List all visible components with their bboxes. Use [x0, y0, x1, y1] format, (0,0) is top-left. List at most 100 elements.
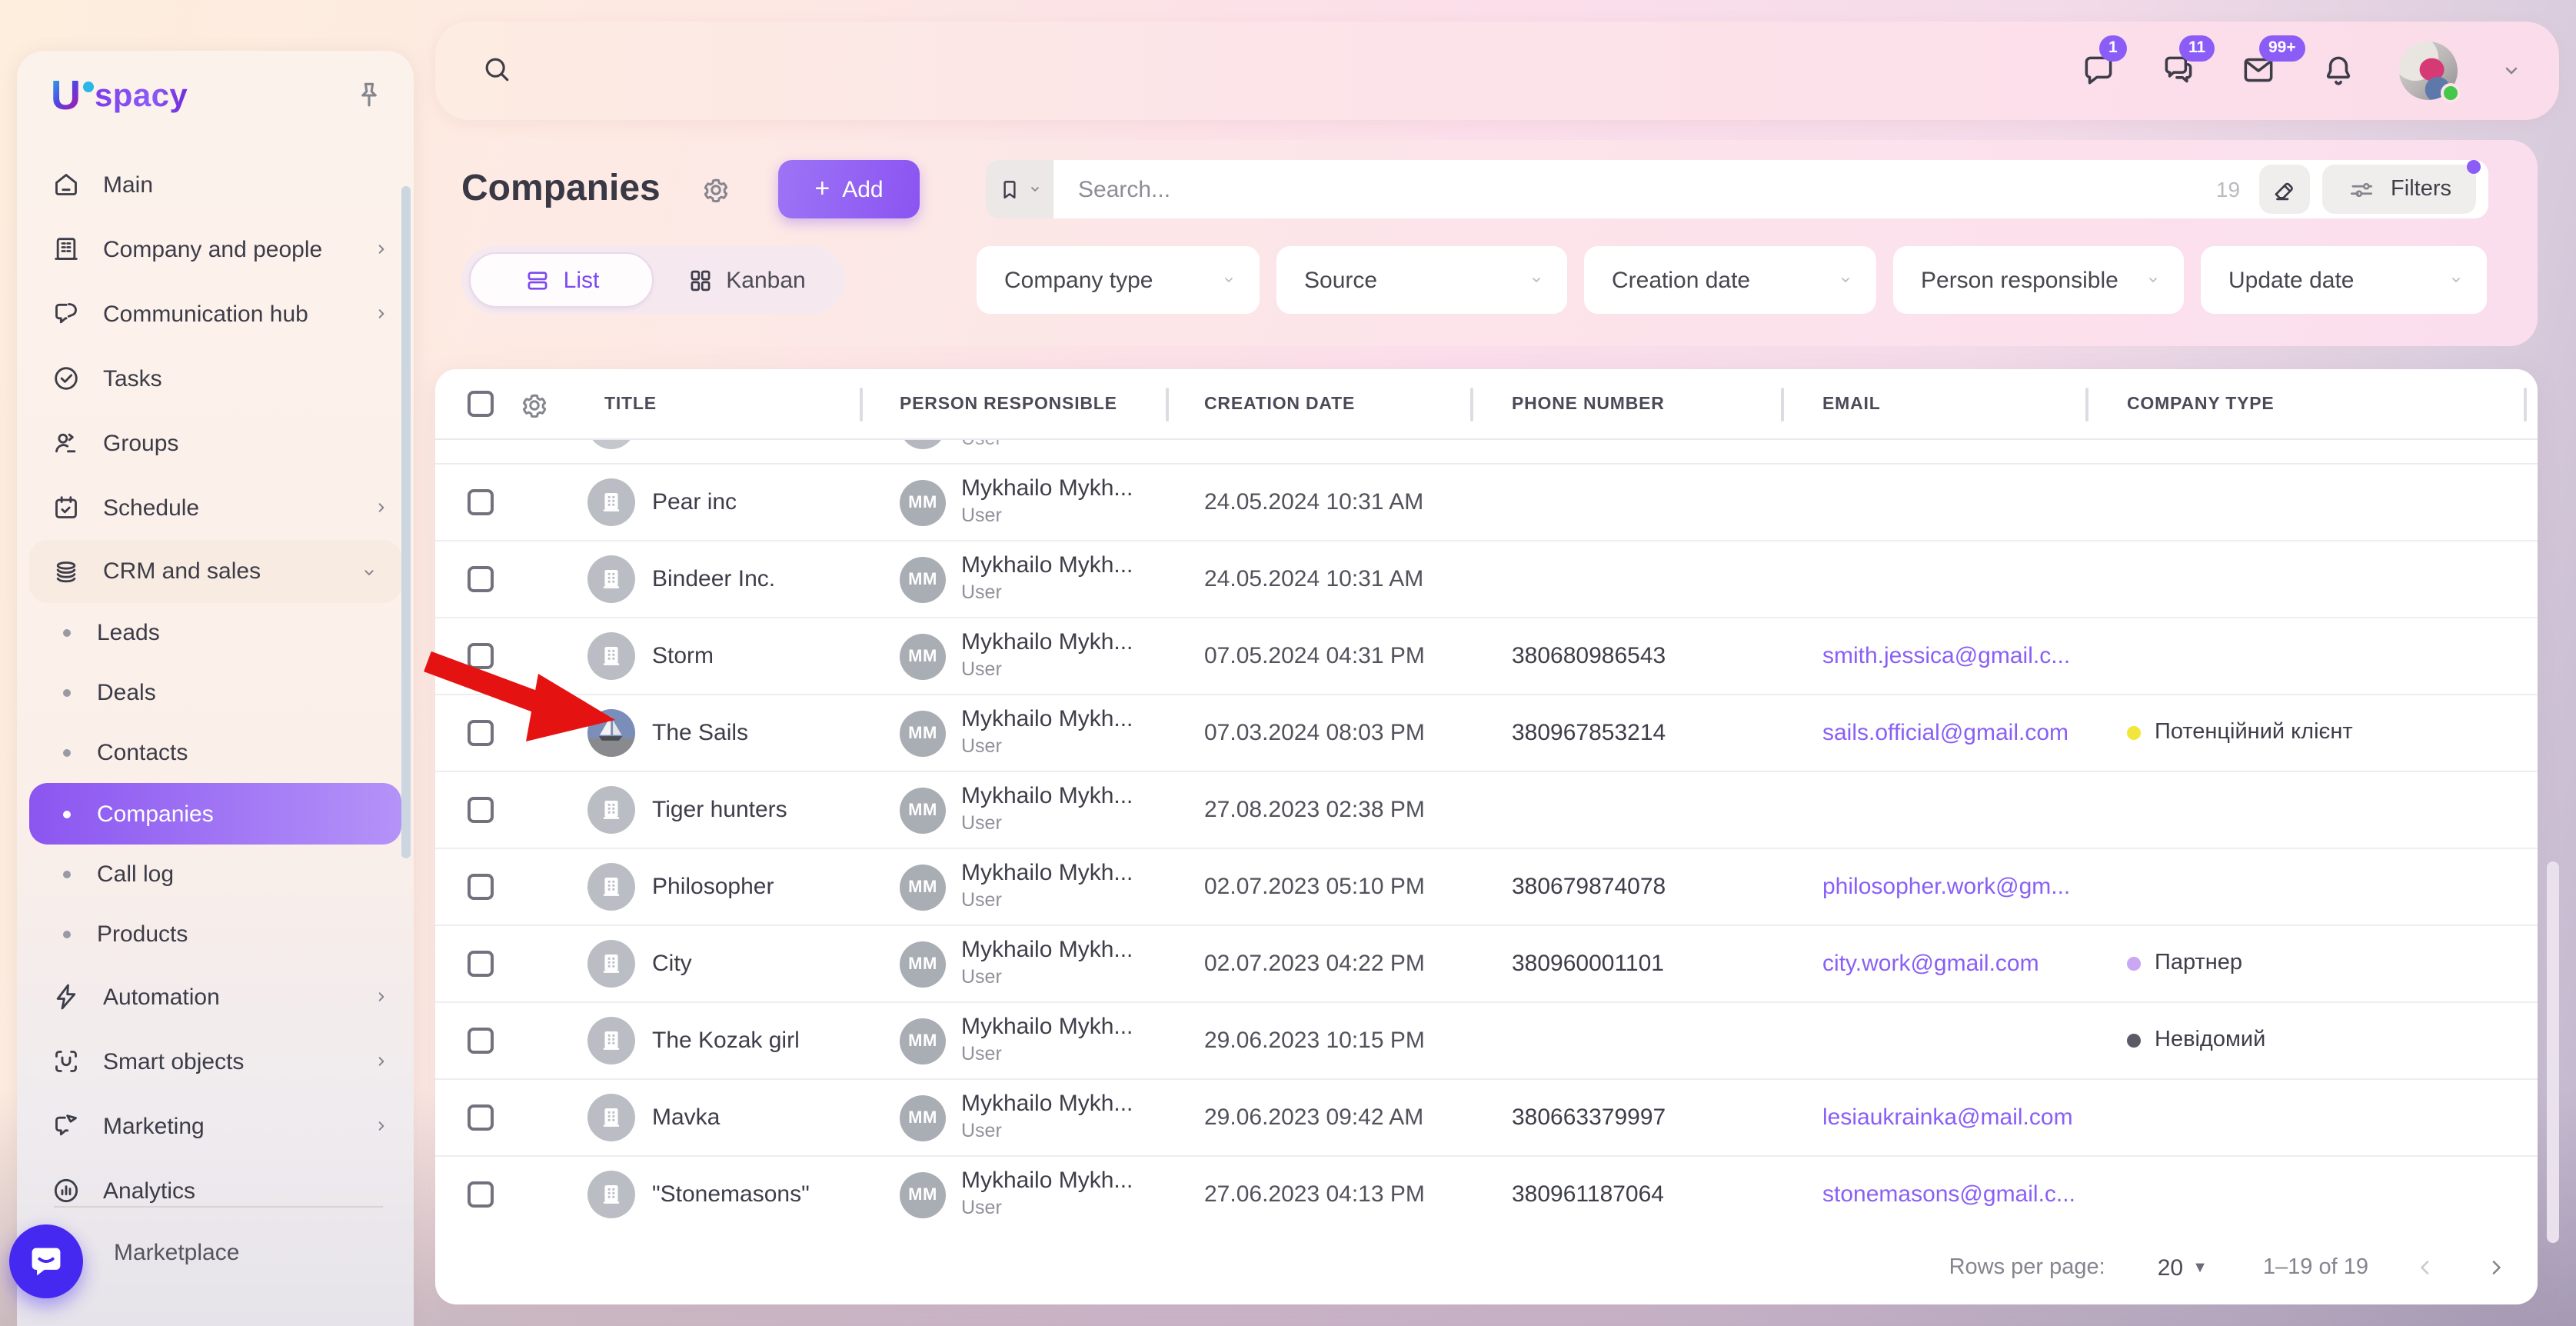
person-cell: Mykhailo Mykh... User — [961, 706, 1133, 757]
table-row[interactable]: Tiger hunters MM Mykhailo Mykh... User 2… — [435, 772, 2538, 849]
email-link[interactable]: lesiaukrainka@mail.com — [1822, 1104, 2073, 1131]
company-title[interactable]: Bindeer Inc. — [652, 566, 775, 592]
group-chat-icon[interactable]: 11 — [2159, 51, 2199, 91]
pin-sidebar-icon[interactable] — [352, 78, 386, 112]
sidebar-item-automation[interactable]: Automation — [17, 965, 414, 1029]
filter-dropdown-creation-date[interactable]: Creation date — [1584, 246, 1876, 314]
settings-gear-icon[interactable] — [700, 174, 732, 206]
sidebar-item-call-log[interactable]: Call log — [17, 845, 414, 905]
table-row[interactable]: Mavka MM Mykhailo Mykh... User 29.06.202… — [435, 1080, 2538, 1157]
column-company-type[interactable]: COMPANY TYPE — [2127, 395, 2275, 414]
previous-page-button[interactable] — [2411, 1254, 2439, 1281]
sidebar-item-contacts[interactable]: Contacts — [17, 723, 414, 783]
company-title[interactable]: Storm — [652, 643, 714, 669]
clear-search-button[interactable] — [2258, 165, 2309, 214]
select-all-checkbox[interactable] — [468, 391, 494, 417]
table-row[interactable]: Bindeer Inc. MM Mykhailo Mykh... User 24… — [435, 541, 2538, 618]
filter-dropdown-source[interactable]: Source — [1276, 246, 1567, 314]
sidebar-item-communication-hub[interactable]: Communication hub — [17, 282, 414, 346]
sidebar-item-crm-and-sales[interactable]: CRM and sales — [29, 540, 401, 603]
column-email[interactable]: EMAIL — [1822, 395, 1881, 414]
company-title[interactable]: Tiger hunters — [652, 797, 787, 823]
sidebar-item-analytics[interactable]: Analytics — [17, 1158, 414, 1223]
filter-dropdown-company-type[interactable]: Company type — [977, 246, 1260, 314]
search-field[interactable]: 19 Filters — [1053, 160, 2488, 218]
table-row[interactable]: Pear inc MM Mykhailo Mykh... User 24.05.… — [435, 465, 2538, 541]
table-row[interactable]: Philosopher MM Mykhailo Mykh... User 02.… — [435, 849, 2538, 926]
table-row[interactable]: "Stonemasons" MM Mykhailo Mykh... User 2… — [435, 1157, 2538, 1234]
sidebar-scrollbar[interactable] — [401, 186, 411, 858]
sidebar-item-deals[interactable]: Deals — [17, 663, 414, 723]
search-input[interactable] — [1075, 175, 2216, 204]
sidebar-item-main[interactable]: Main — [17, 152, 414, 217]
bullet-dot — [63, 749, 71, 757]
chat-icon[interactable]: 1 — [2079, 51, 2119, 91]
table-row[interactable]: The Sails MM Mykhailo Mykh... User 07.03… — [435, 695, 2538, 772]
sidebar-item-tasks[interactable]: Tasks — [17, 346, 414, 411]
sidebar-item-marketing[interactable]: Marketing — [17, 1094, 414, 1158]
sidebar-item-leads[interactable]: Leads — [17, 603, 414, 663]
person-name: Mykhailo Mykh... — [961, 860, 1133, 886]
table-row[interactable]: Storm MM Mykhailo Mykh... User 07.05.202… — [435, 618, 2538, 695]
filter-dropdown-update-date[interactable]: Update date — [2201, 246, 2487, 314]
search-icon[interactable] — [480, 52, 514, 86]
saved-filters-button[interactable] — [986, 160, 1053, 218]
sidebar-item-products[interactable]: Products — [17, 905, 414, 965]
user-avatar[interactable] — [2399, 42, 2458, 100]
sidebar-item-company-and-people[interactable]: Company and people — [17, 217, 414, 282]
caret-down-icon[interactable]: ▼ — [2192, 1259, 2208, 1276]
row-checkbox[interactable] — [468, 1181, 494, 1208]
row-checkbox[interactable] — [468, 643, 494, 669]
column-person-responsible[interactable]: PERSON RESPONSIBLE — [900, 395, 1117, 414]
company-title[interactable]: Mavka — [652, 1104, 720, 1131]
page-scrollbar[interactable] — [2547, 861, 2559, 1243]
row-checkbox[interactable] — [468, 797, 494, 823]
company-title[interactable]: Philosopher — [652, 874, 774, 900]
sidebar-item-label: Companies — [97, 801, 214, 827]
column-title[interactable]: TITLE — [604, 395, 657, 414]
email-link[interactable]: philosopher.work@gm... — [1822, 874, 2070, 900]
column-creation-date[interactable]: CREATION DATE — [1204, 395, 1355, 414]
next-page-button[interactable] — [2482, 1254, 2510, 1281]
person-name: Mykhailo Mykh... — [961, 706, 1133, 732]
company-title[interactable]: The Kozak girl — [652, 1028, 800, 1054]
chevron-down-icon[interactable] — [2498, 57, 2525, 85]
tab-list-view[interactable]: List — [469, 252, 654, 308]
company-title[interactable]: City — [652, 951, 692, 977]
row-checkbox[interactable] — [468, 874, 494, 900]
row-checkbox[interactable] — [468, 1104, 494, 1131]
rows-per-page-select[interactable]: 20 — [2158, 1254, 2183, 1281]
row-checkbox[interactable] — [468, 720, 494, 746]
sidebar-item-smart-objects[interactable]: Smart objects — [17, 1029, 414, 1094]
bell-icon[interactable] — [2319, 51, 2359, 91]
support-chat-widget[interactable] — [9, 1224, 83, 1298]
company-title[interactable]: "Stonemasons" — [652, 1181, 810, 1208]
add-button[interactable]: + Add — [778, 160, 920, 218]
column-phone-number[interactable]: PHONE NUMBER — [1512, 395, 1665, 414]
email-link[interactable]: sails.official@gmail.com — [1822, 720, 2068, 746]
row-checkbox[interactable] — [468, 951, 494, 977]
email-link[interactable]: city.work@gmail.com — [1822, 951, 2039, 977]
table-row[interactable]: City MM Mykhailo Mykh... User 02.07.2023… — [435, 926, 2538, 1003]
company-title[interactable]: Pear inc — [652, 489, 737, 515]
row-checkbox[interactable] — [468, 1028, 494, 1054]
sidebar-item-companies[interactable]: Companies — [29, 783, 401, 845]
company-type: Невідомий — [2127, 1028, 2265, 1052]
mail-icon[interactable]: 99+ — [2239, 51, 2279, 91]
columns-gear-icon[interactable] — [518, 389, 551, 421]
table-row[interactable]: HSBF MM Mykhailo Mykh... User 24.05.2024… — [435, 440, 2538, 465]
uspacy-logo[interactable]: U spacy — [51, 75, 188, 116]
filters-button[interactable]: Filters — [2321, 165, 2476, 214]
person-name: Mykhailo Mykh... — [961, 1014, 1133, 1040]
tab-kanban-view[interactable]: Kanban — [646, 265, 846, 295]
sidebar-item-groups[interactable]: Groups — [17, 411, 414, 475]
table-row[interactable]: The Kozak girl MM Mykhailo Mykh... User … — [435, 1003, 2538, 1080]
sidebar-item-schedule[interactable]: Schedule — [17, 475, 414, 540]
email-link[interactable]: smith.jessica@gmail.c... — [1822, 643, 2070, 669]
email-link[interactable]: stonemasons@gmail.c... — [1822, 1181, 2075, 1208]
row-checkbox[interactable] — [468, 566, 494, 592]
row-checkbox[interactable] — [468, 489, 494, 515]
company-title[interactable]: The Sails — [652, 720, 748, 746]
filter-dropdown-person-responsible[interactable]: Person responsible — [1893, 246, 2184, 314]
company-type: Партнер — [2127, 951, 2242, 975]
